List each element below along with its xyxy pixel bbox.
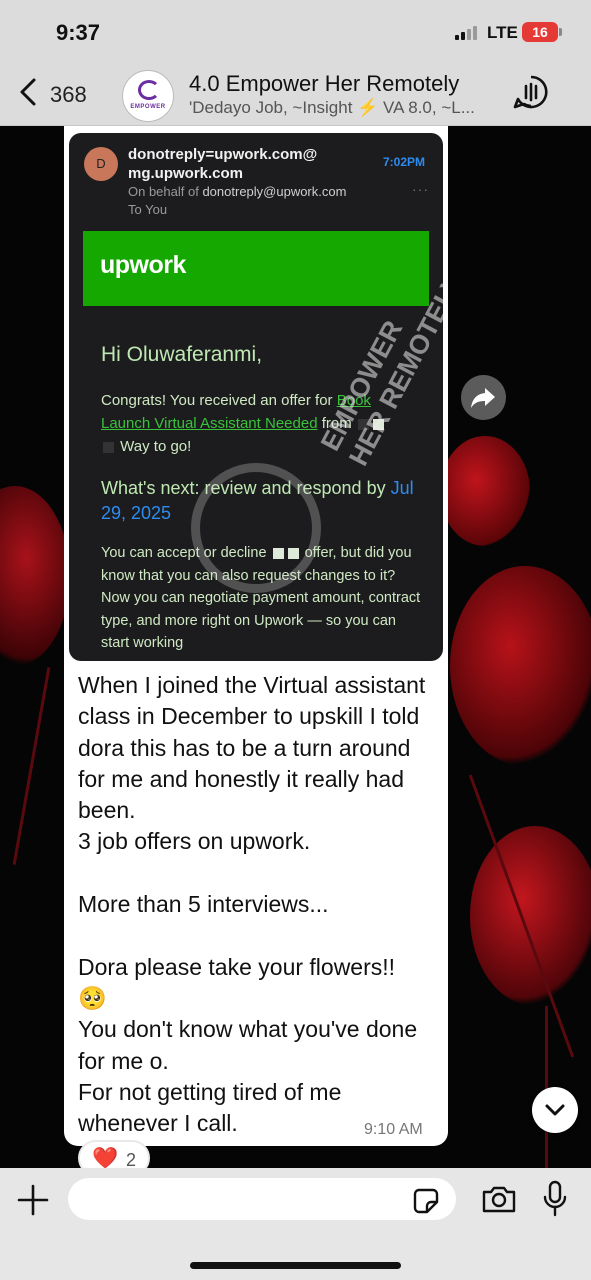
sender-avatar: D [84, 147, 118, 181]
watermark-logo [191, 463, 321, 593]
message-composer [0, 1168, 591, 1280]
upwork-logo: upwork [100, 251, 186, 279]
more-options-icon: ··· [412, 181, 429, 197]
email-time: 7:02PM [383, 155, 426, 169]
on-behalf-address: donotreply@upwork.com [202, 184, 347, 199]
group-name[interactable]: 4.0 Empower Her Remotely [189, 71, 459, 97]
plus-icon[interactable] [17, 1184, 49, 1216]
wallpaper-flamingo [0, 486, 70, 666]
on-behalf-prefix: On behalf of [128, 184, 203, 199]
group-members[interactable]: 'Dedayo Job, ~Insight ⚡ VA 8.0, ~L... [189, 98, 494, 118]
mic-icon[interactable] [542, 1180, 568, 1218]
group-logo-mark [138, 80, 160, 100]
group-avatar[interactable]: EMPOWER [122, 70, 174, 122]
heart-icon: ❤️ [92, 1147, 119, 1170]
chat-header: 368 EMPOWER 4.0 Empower Her Remotely 'De… [0, 60, 591, 126]
forward-button[interactable] [461, 375, 506, 420]
sticker-icon[interactable] [413, 1188, 439, 1214]
on-behalf-line: On behalf of donotreply@upwork.com [128, 184, 346, 199]
network-type: LTE [487, 23, 518, 42]
status-bar: 9:37 LTE 16 [0, 0, 591, 60]
back-icon[interactable] [14, 74, 44, 110]
email-recipient: To You [128, 202, 168, 217]
offer-suffix: Way to go! [116, 438, 192, 455]
wallpaper-flamingo [450, 566, 591, 766]
message-time: 9:10 AM [364, 1121, 423, 1138]
message-input[interactable] [68, 1178, 456, 1220]
call-icon[interactable] [513, 74, 549, 110]
email-greeting: Hi Oluwaferanmi, [101, 343, 263, 366]
camera-icon[interactable] [481, 1184, 517, 1214]
email-screenshot[interactable]: D donotreply=upwork.com@mg.upwork.com 7:… [69, 133, 443, 661]
signal-icon [455, 26, 477, 40]
scroll-down-button[interactable] [532, 1087, 578, 1133]
sender-address: donotreply=upwork.com@mg.upwork.com [128, 146, 318, 182]
unread-count[interactable]: 368 [50, 82, 87, 108]
status-time: 9:37 [56, 20, 101, 45]
wallpaper-flamingo [440, 436, 530, 546]
home-indicator [190, 1262, 401, 1269]
message-text: When I joined the Virtual assistant clas… [78, 672, 426, 1137]
forward-icon [471, 388, 495, 408]
offer-prefix: Congrats! You received an offer for [101, 392, 337, 409]
battery-icon: 16 [522, 22, 562, 42]
group-avatar-text: EMPOWER [130, 104, 166, 110]
wallpaper-flamingo [470, 826, 591, 1006]
chevron-down-icon [545, 1104, 565, 1116]
upwork-banner: upwork [83, 231, 429, 306]
wallpaper-flamingo-leg [12, 667, 51, 865]
redaction-mark [103, 441, 114, 453]
